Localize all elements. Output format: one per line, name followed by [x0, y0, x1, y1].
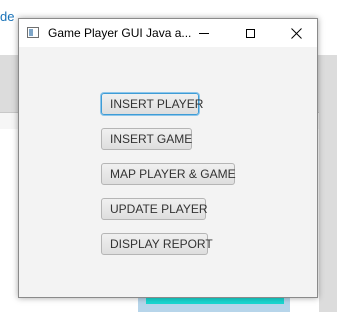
window-content: INSERT PLAYER INSERT GAME MAP PLAYER & G… — [19, 47, 317, 297]
background-panel — [319, 55, 337, 312]
close-icon — [290, 27, 302, 39]
background-teal-bar — [146, 297, 284, 304]
insert-game-button[interactable]: INSERT GAME — [101, 128, 192, 150]
minimize-button[interactable] — [181, 19, 227, 47]
insert-player-button[interactable]: INSERT PLAYER — [101, 93, 203, 115]
close-button[interactable] — [273, 19, 319, 47]
window-title: Game Player GUI Java a... — [48, 26, 192, 40]
map-player-game-button[interactable]: MAP PLAYER & GAME — [101, 163, 236, 185]
title-bar[interactable]: Game Player GUI Java a... — [19, 19, 317, 47]
minimize-icon — [199, 32, 209, 34]
app-window-icon-pane — [29, 29, 33, 36]
update-player-button[interactable]: UPDATE PLAYER — [101, 198, 208, 220]
display-report-button[interactable]: DISPLAY REPORT — [101, 233, 213, 255]
maximize-button[interactable] — [227, 19, 273, 47]
background-link-fragment[interactable]: de — [0, 9, 14, 24]
app-window-icon[interactable] — [27, 27, 39, 38]
maximize-icon — [245, 28, 255, 38]
app-window: Game Player GUI Java a... INSERT PLAYER … — [18, 18, 318, 298]
